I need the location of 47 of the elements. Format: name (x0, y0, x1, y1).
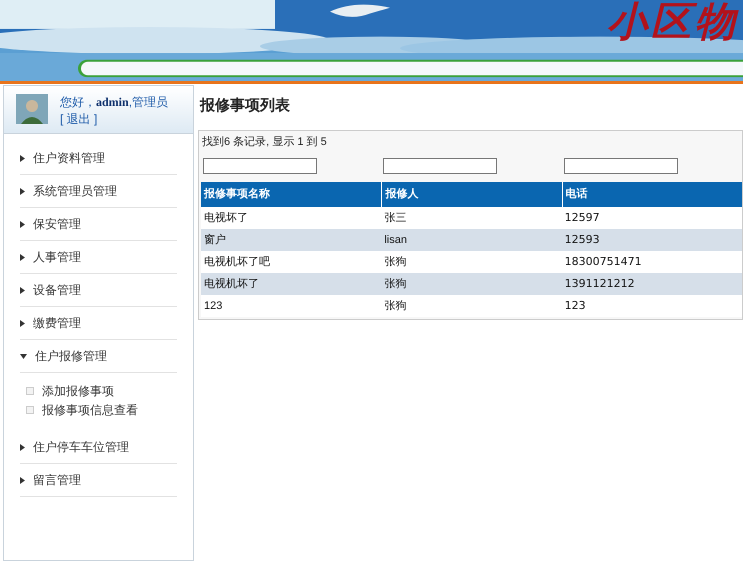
table-cell-text: 1391121212 (564, 276, 636, 292)
table-cell-text: 电视坏了 (203, 210, 249, 226)
menu-item[interactable]: 设备管理 (20, 274, 177, 307)
caret-right-icon (20, 286, 25, 294)
square-icon (26, 406, 34, 414)
caret-right-icon (20, 444, 25, 450)
filter-field[interactable] (203, 158, 317, 174)
filter-field[interactable] (564, 158, 678, 174)
caret-right-icon (20, 476, 25, 484)
table-cell-text: 张狗 (383, 276, 408, 292)
table-cell-text: 电视机坏了吧 (203, 254, 271, 270)
square-icon (26, 386, 34, 394)
caret-right-icon (20, 254, 25, 260)
caret-down-icon (20, 354, 27, 358)
table-cell-text: 12597 (564, 210, 601, 226)
table-cell-text: 123 (203, 298, 224, 314)
menu-item[interactable]: 住户资料管理 (20, 142, 177, 175)
table-cell-text: lisan (383, 232, 408, 248)
table-cell-text: 张三 (383, 210, 408, 226)
table-cell-text: 张狗 (383, 254, 408, 270)
filter-field[interactable] (383, 158, 498, 174)
record-summary: 找到6 条记录, 显示 1 到 5 (201, 134, 328, 150)
caret-right-icon (20, 320, 25, 326)
table-cell-text: 张狗 (383, 298, 408, 314)
caret-right-icon (20, 188, 25, 194)
page-title: 报修事项列表 (200, 96, 291, 116)
menu-item[interactable]: 住户报修管理 (20, 340, 177, 373)
site-title: 小区物 (607, 0, 739, 44)
logout-link[interactable]: [ 退出 ] (60, 112, 98, 126)
column-header[interactable]: 报修事项名称 (201, 182, 382, 207)
table-cell-text: 18300751471 (564, 254, 643, 270)
table-cell-text: 窗户 (203, 232, 227, 248)
menu-item[interactable]: 保安管理 (20, 208, 177, 241)
menu-item[interactable]: 缴费管理 (20, 307, 177, 340)
submenu-item[interactable]: 报修事项信息查看 (42, 400, 138, 418)
avatar-icon (16, 94, 48, 124)
table-cell-text: 12593 (564, 232, 601, 248)
greeting-text: 您好，admin,管理员 (60, 94, 168, 111)
menu-item[interactable]: 系统管理员管理 (20, 175, 177, 208)
menu-item[interactable]: 留言管理 (20, 464, 177, 497)
menu-item[interactable]: 人事管理 (20, 241, 177, 274)
table-cell-text: 电视机坏了 (203, 276, 260, 292)
caret-right-icon (20, 220, 25, 228)
table-cell-text: 123 (564, 298, 587, 314)
menu-item[interactable]: 住户停车车位管理 (20, 431, 177, 464)
caret-right-icon (20, 154, 25, 162)
submenu-item[interactable]: 添加报修事项 (42, 382, 114, 400)
